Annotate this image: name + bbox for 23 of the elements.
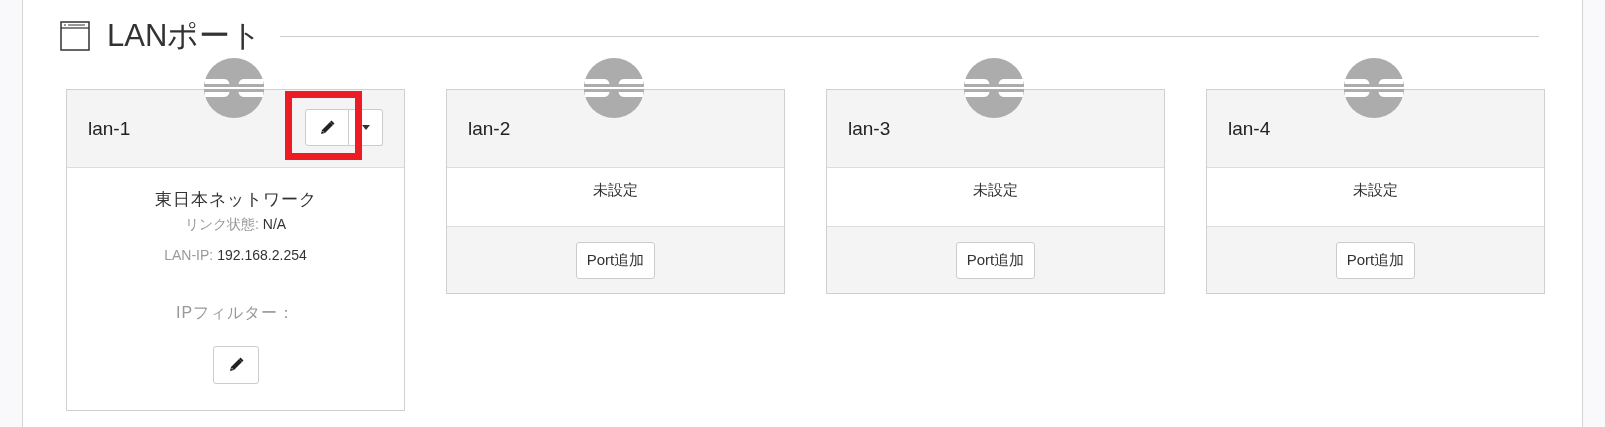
add-port-button[interactable]: Port追加 [1335,241,1416,279]
port-name: lan-4 [1228,117,1271,140]
caret-icon [361,125,370,130]
field-label: リンク状態: [184,216,259,232]
pencil-icon [227,357,244,373]
network-name: 東日本ネットワーク [154,189,317,211]
port-name: lan-2 [468,117,511,140]
status-text: 未設定 [593,181,638,200]
field-value: N/A [262,216,287,232]
port-name: lan-1 [88,117,131,140]
pencil-icon [319,119,335,136]
status-text: 未設定 [973,181,1018,200]
status-text: 未設定 [1353,181,1398,200]
filter-label: IPフィルター： [175,303,296,323]
field-value: 192.168.2.254 [217,247,307,263]
add-port-button[interactable]: Port追加 [955,241,1036,279]
window-icon [60,21,90,51]
edit-button[interactable] [212,346,259,384]
port-name: lan-3 [848,117,891,140]
edit-button[interactable] [305,109,349,146]
section-title: LANポート [107,17,263,55]
field-label: LAN-IP: [164,247,214,263]
add-port-button[interactable]: Port追加 [575,241,656,279]
